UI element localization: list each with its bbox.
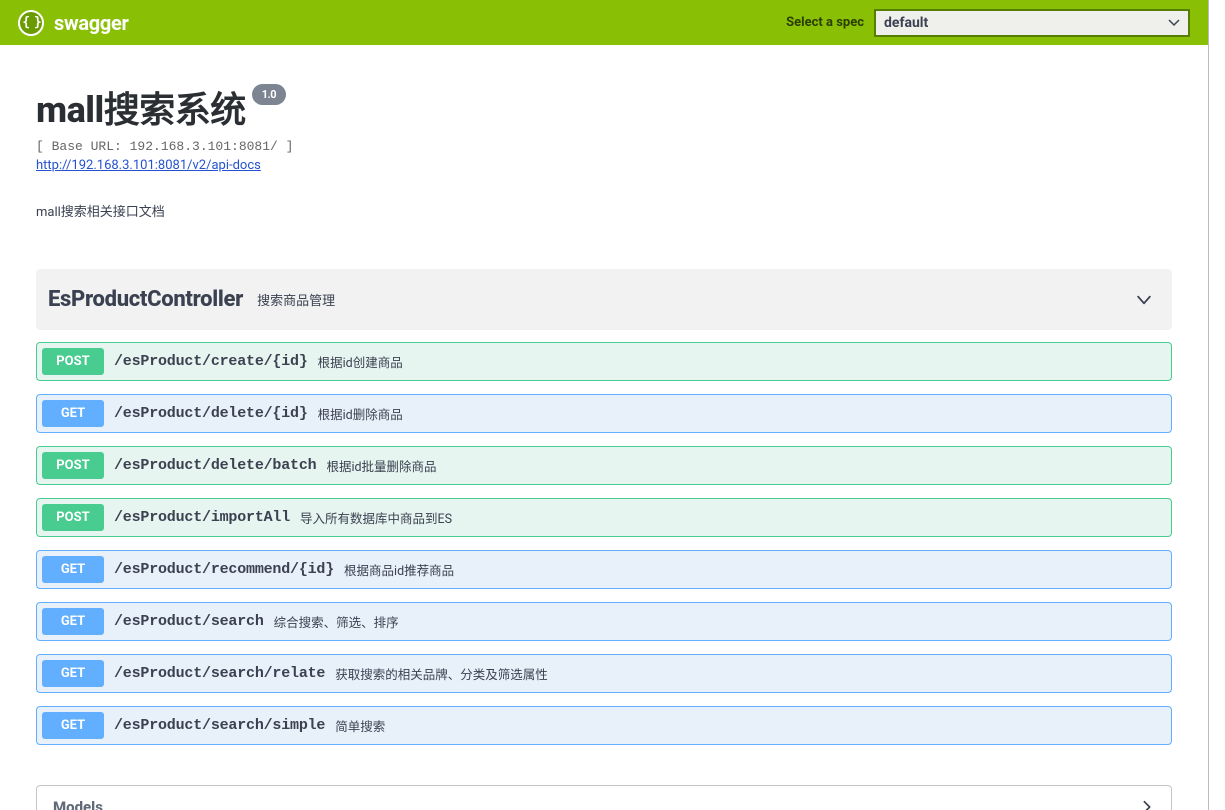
- swagger-logo-icon: [18, 10, 44, 36]
- operation-summary: 导入所有数据库中商品到ES: [300, 508, 452, 527]
- operation-summary: 根据id创建商品: [318, 352, 403, 371]
- api-title-text: mall搜索系统: [36, 81, 246, 133]
- http-method-badge: POST: [42, 348, 104, 375]
- models-section[interactable]: Models: [36, 785, 1172, 810]
- opblock-post-3[interactable]: POST/esProduct/importAll 导入所有数据库中商品到ES: [36, 498, 1172, 537]
- api-docs-link[interactable]: http://192.168.3.101:8081/v2/api-docs: [36, 158, 1172, 173]
- chevron-right-icon: [1139, 799, 1155, 810]
- api-description: mall搜索相关接口文档: [36, 201, 1172, 220]
- opblock-get-4[interactable]: GET/esProduct/recommend/{id} 根据商品id推荐商品: [36, 550, 1172, 589]
- operation-path: /esProduct/importAll: [114, 509, 290, 526]
- opblock-get-6[interactable]: GET/esProduct/search/relate 获取搜索的相关品牌、分类及…: [36, 654, 1172, 693]
- operation-path: /esProduct/create/{id}: [114, 353, 308, 370]
- api-info: mall搜索系统 1.0 [ Base URL: 192.168.3.101:8…: [36, 81, 1172, 220]
- operation-path: /esProduct/search/simple: [114, 717, 325, 734]
- operation-summary: 根据id批量删除商品: [326, 456, 436, 475]
- base-url: [ Base URL: 192.168.3.101:8081/ ]: [36, 139, 1172, 154]
- operation-summary: 简单搜索: [335, 716, 385, 735]
- operation-path: /esProduct/search/relate: [114, 665, 325, 682]
- operation-summary: 综合搜索、筛选、排序: [274, 612, 399, 631]
- spec-select[interactable]: default: [874, 9, 1190, 37]
- operation-path: /esProduct/delete/{id}: [114, 405, 308, 422]
- opblock-get-1[interactable]: GET/esProduct/delete/{id} 根据id删除商品: [36, 394, 1172, 433]
- brand-text: swagger: [54, 11, 129, 35]
- swagger-brand: swagger: [18, 10, 129, 36]
- http-method-badge: GET: [42, 712, 104, 739]
- http-method-badge: GET: [42, 608, 104, 635]
- api-title: mall搜索系统 1.0: [36, 81, 1172, 133]
- operation-summary: 获取搜索的相关品牌、分类及筛选属性: [335, 664, 548, 683]
- http-method-badge: GET: [42, 556, 104, 583]
- http-method-badge: POST: [42, 452, 104, 479]
- operation-summary: 根据商品id推荐商品: [344, 560, 454, 579]
- topbar: swagger Select a spec default: [0, 0, 1208, 45]
- version-badge: 1.0: [252, 84, 286, 105]
- chevron-down-icon: [1134, 290, 1154, 310]
- opblock-post-2[interactable]: POST/esProduct/delete/batch 根据id批量删除商品: [36, 446, 1172, 485]
- tag-description: 搜索商品管理: [257, 290, 335, 309]
- http-method-badge: GET: [42, 400, 104, 427]
- opblock-post-0[interactable]: POST/esProduct/create/{id} 根据id创建商品: [36, 342, 1172, 381]
- http-method-badge: POST: [42, 504, 104, 531]
- operation-path: /esProduct/delete/batch: [114, 457, 316, 474]
- tag-header-esproductcontroller[interactable]: EsProductController 搜索商品管理: [36, 269, 1172, 330]
- models-title: Models: [53, 798, 103, 810]
- opblock-get-5[interactable]: GET/esProduct/search 综合搜索、筛选、排序: [36, 602, 1172, 641]
- spec-select-label: Select a spec: [786, 15, 864, 30]
- http-method-badge: GET: [42, 660, 104, 687]
- tag-name: EsProductController: [48, 287, 243, 312]
- opblock-get-7[interactable]: GET/esProduct/search/simple 简单搜索: [36, 706, 1172, 745]
- operation-path: /esProduct/search: [114, 613, 264, 630]
- operation-path: /esProduct/recommend/{id}: [114, 561, 334, 578]
- operation-summary: 根据id删除商品: [318, 404, 403, 423]
